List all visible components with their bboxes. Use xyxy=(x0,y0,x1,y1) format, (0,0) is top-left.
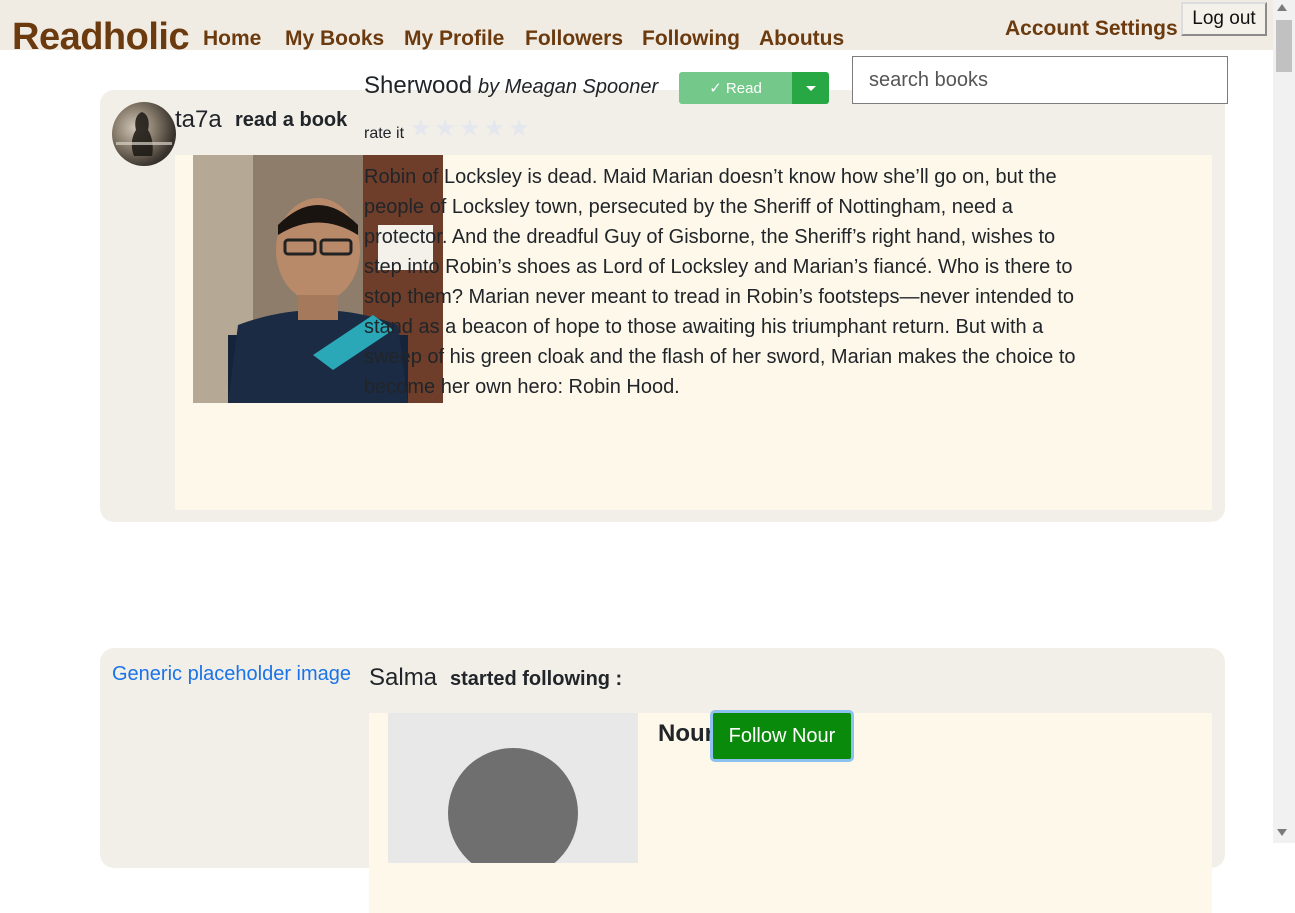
book-title[interactable]: Sherwood xyxy=(364,72,472,100)
avatar-image xyxy=(116,112,172,156)
star-icon[interactable]: ★ xyxy=(508,116,530,142)
star-icon[interactable]: ★ xyxy=(459,116,481,142)
feed-card-follow: Generic placeholder image Salma started … xyxy=(100,648,1225,913)
nav-following[interactable]: Following xyxy=(642,26,740,52)
followed-user-name[interactable]: Nour xyxy=(658,720,714,748)
page-scrollbar[interactable] xyxy=(1273,0,1295,843)
activity-text: started following : xyxy=(450,668,623,690)
book-description: Robin of Locksley is dead. Maid Marian d… xyxy=(364,166,1076,398)
search-input[interactable] xyxy=(852,56,1228,104)
nav-my-books[interactable]: My Books xyxy=(285,26,384,52)
scroll-up-icon[interactable] xyxy=(1277,4,1287,11)
user-name[interactable]: Salma xyxy=(369,664,437,692)
user-avatar[interactable] xyxy=(112,102,176,166)
star-rating: ★ ★ ★ ★ ★ xyxy=(410,116,530,142)
star-icon[interactable]: ★ xyxy=(484,116,506,142)
rate-label: rate it xyxy=(364,125,405,142)
user-name[interactable]: ta7a xyxy=(175,106,222,134)
scroll-down-icon[interactable] xyxy=(1277,829,1287,836)
star-icon[interactable]: ★ xyxy=(410,116,432,142)
read-status-button[interactable]: ✓ Read xyxy=(679,72,792,104)
profile-placeholder-image[interactable] xyxy=(388,713,638,863)
scrollbar-thumb[interactable] xyxy=(1276,20,1292,72)
account-settings-link[interactable]: Account Settings xyxy=(1005,16,1178,42)
brand-logo[interactable]: Readholic xyxy=(12,14,190,60)
nav-home[interactable]: Home xyxy=(203,26,261,52)
status-dropdown-toggle[interactable] xyxy=(792,72,829,104)
nav-aboutus[interactable]: Aboutus xyxy=(759,26,844,52)
nav-my-profile[interactable]: My Profile xyxy=(404,26,504,52)
broken-avatar-image[interactable]: Generic placeholder image xyxy=(112,662,351,686)
star-icon[interactable]: ★ xyxy=(435,116,457,142)
caret-down-icon xyxy=(805,85,816,91)
activity-text: read a book xyxy=(235,109,348,131)
follow-button[interactable]: Follow Nour xyxy=(710,710,854,762)
book-author[interactable]: by Meagan Spooner xyxy=(478,75,658,99)
avatar-placeholder-icon xyxy=(448,748,578,863)
logout-button[interactable]: Log out xyxy=(1181,2,1267,36)
nav-followers[interactable]: Followers xyxy=(525,26,623,52)
